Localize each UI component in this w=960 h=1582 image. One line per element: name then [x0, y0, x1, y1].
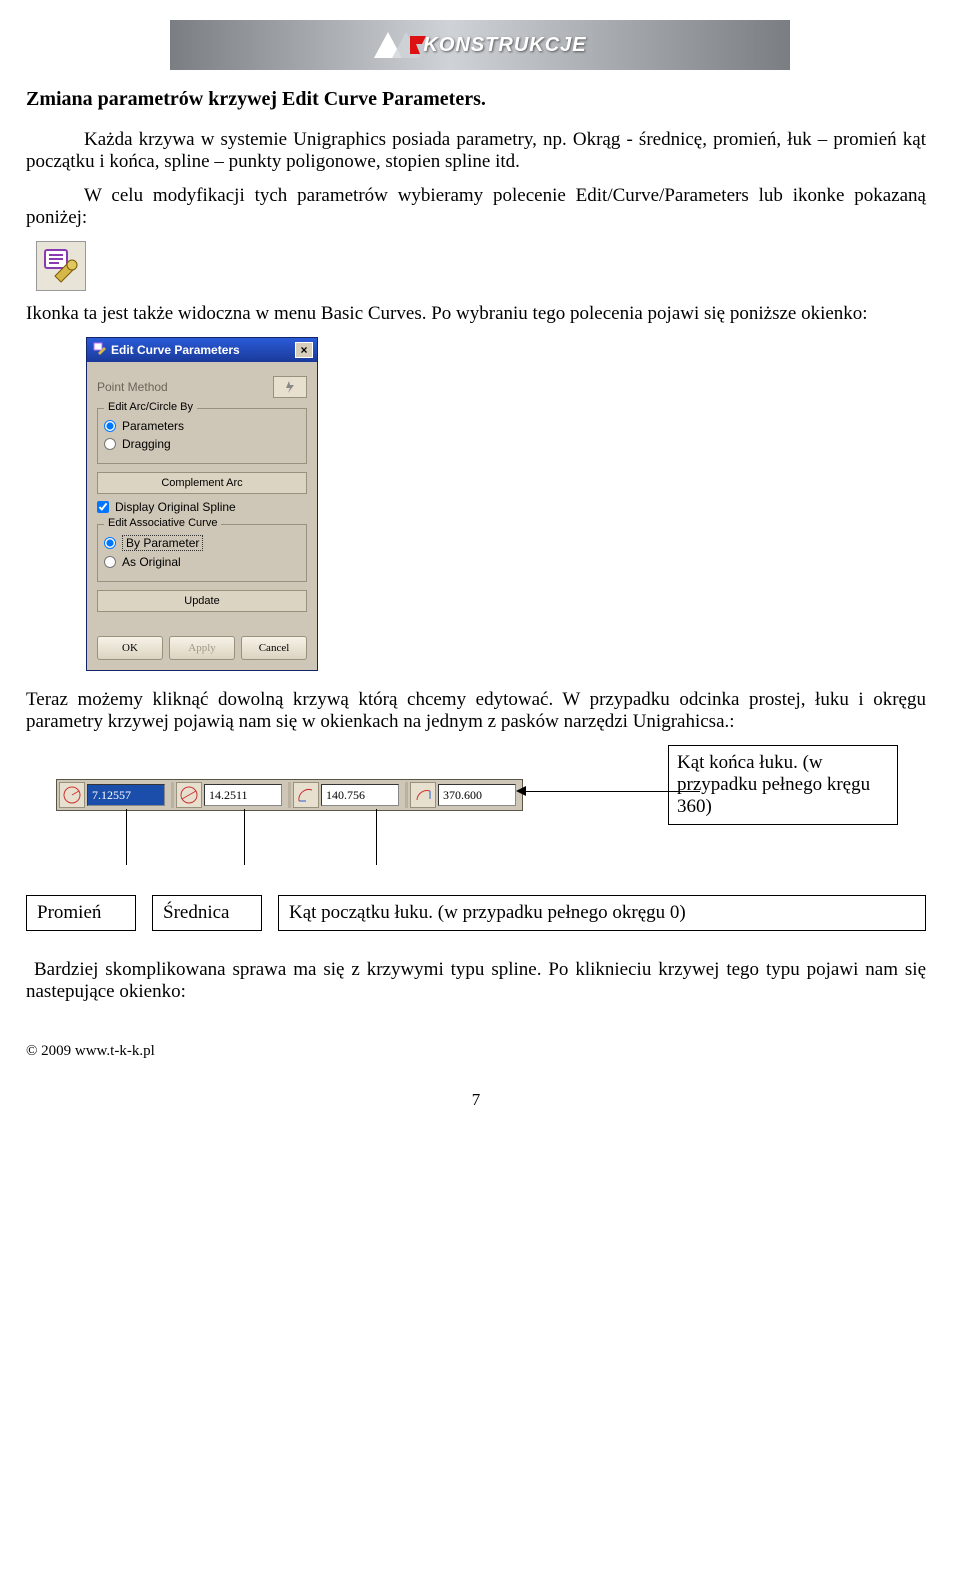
radio-dragging[interactable] [104, 438, 116, 450]
parameter-toolbar-figure: 7.12557 14.2511 140.756 370.600 Kąt końc… [26, 745, 926, 865]
radio-by-parameter-label: By Parameter [122, 535, 203, 551]
ok-button[interactable]: OK [97, 636, 163, 660]
paragraph-spline: Bardziej skomplikowana sprawa ma się z k… [26, 959, 926, 1003]
brand-banner: KONSTRUKCJE [170, 20, 790, 70]
radio-dragging-label: Dragging [122, 437, 171, 451]
parameter-toolbar: 7.12557 14.2511 140.756 370.600 [56, 779, 523, 811]
edit-arc-circle-group: Edit Arc/Circle By Parameters Dragging [97, 408, 307, 464]
cancel-button[interactable]: Cancel [241, 636, 307, 660]
edit-curve-parameters-icon [36, 241, 86, 291]
paragraph-intro: Każda krzywa w systemie Unigraphics posi… [26, 129, 926, 173]
update-button[interactable]: Update [97, 590, 307, 612]
radius-icon [59, 782, 85, 808]
dialog-icon [93, 342, 107, 359]
paragraph-icon-note: Ikonka ta jest także widoczna w menu Bas… [26, 303, 926, 325]
radius-field[interactable]: 7.12557 [87, 784, 165, 806]
radio-by-parameter[interactable] [104, 537, 116, 549]
dialog-titlebar: Edit Curve Parameters × [87, 338, 317, 362]
start-angle-field[interactable]: 140.756 [321, 784, 399, 806]
diameter-field[interactable]: 14.2511 [204, 784, 282, 806]
point-method-button[interactable] [273, 376, 307, 398]
apply-button[interactable]: Apply [169, 636, 235, 660]
radio-as-original[interactable] [104, 556, 116, 568]
point-method-row: Point Method [97, 376, 307, 398]
brand-name: KONSTRUKCJE [423, 34, 586, 57]
callout-radius: Promień [26, 895, 136, 931]
callout-start-angle: Kąt początku łuku. (w przypadku pełnego … [278, 895, 926, 931]
radio-parameters[interactable] [104, 420, 116, 432]
diameter-icon [176, 782, 202, 808]
edit-associative-curve-group: Edit Associative Curve By Parameter As O… [97, 524, 307, 582]
start-angle-icon [293, 782, 319, 808]
copyright-footer: © 2009 www.t-k-k.pl [26, 1043, 926, 1060]
page-number: 7 [26, 1090, 926, 1110]
point-method-label: Point Method [97, 380, 168, 394]
end-angle-field[interactable]: 370.600 [438, 784, 516, 806]
radio-as-original-label: As Original [122, 555, 181, 569]
edit-curve-parameters-dialog: Edit Curve Parameters × Point Method Edi… [86, 337, 318, 671]
group-title-assoc: Edit Associative Curve [104, 517, 221, 529]
end-angle-icon [410, 782, 436, 808]
paragraph-modify: W celu modyfikacji tych parametrów wybie… [26, 185, 926, 229]
page-title: Zmiana parametrów krzywej Edit Curve Par… [26, 88, 926, 111]
brand-logo [370, 28, 428, 62]
callout-diameter: Średnica [152, 895, 262, 931]
callout-end-angle: Kąt końca łuku. (w przypadku pełnego krę… [668, 745, 898, 825]
paragraph-select-curve: Teraz możemy kliknąć dowolną krzywą któr… [26, 689, 926, 733]
group-title-edit-arc: Edit Arc/Circle By [104, 401, 197, 413]
checkbox-display-original[interactable] [97, 501, 109, 513]
close-icon[interactable]: × [295, 342, 313, 358]
radio-parameters-label: Parameters [122, 419, 184, 433]
dialog-title-text: Edit Curve Parameters [111, 343, 240, 357]
checkbox-display-original-label: Display Original Spline [115, 500, 236, 514]
complement-arc-button[interactable]: Complement Arc [97, 472, 307, 494]
